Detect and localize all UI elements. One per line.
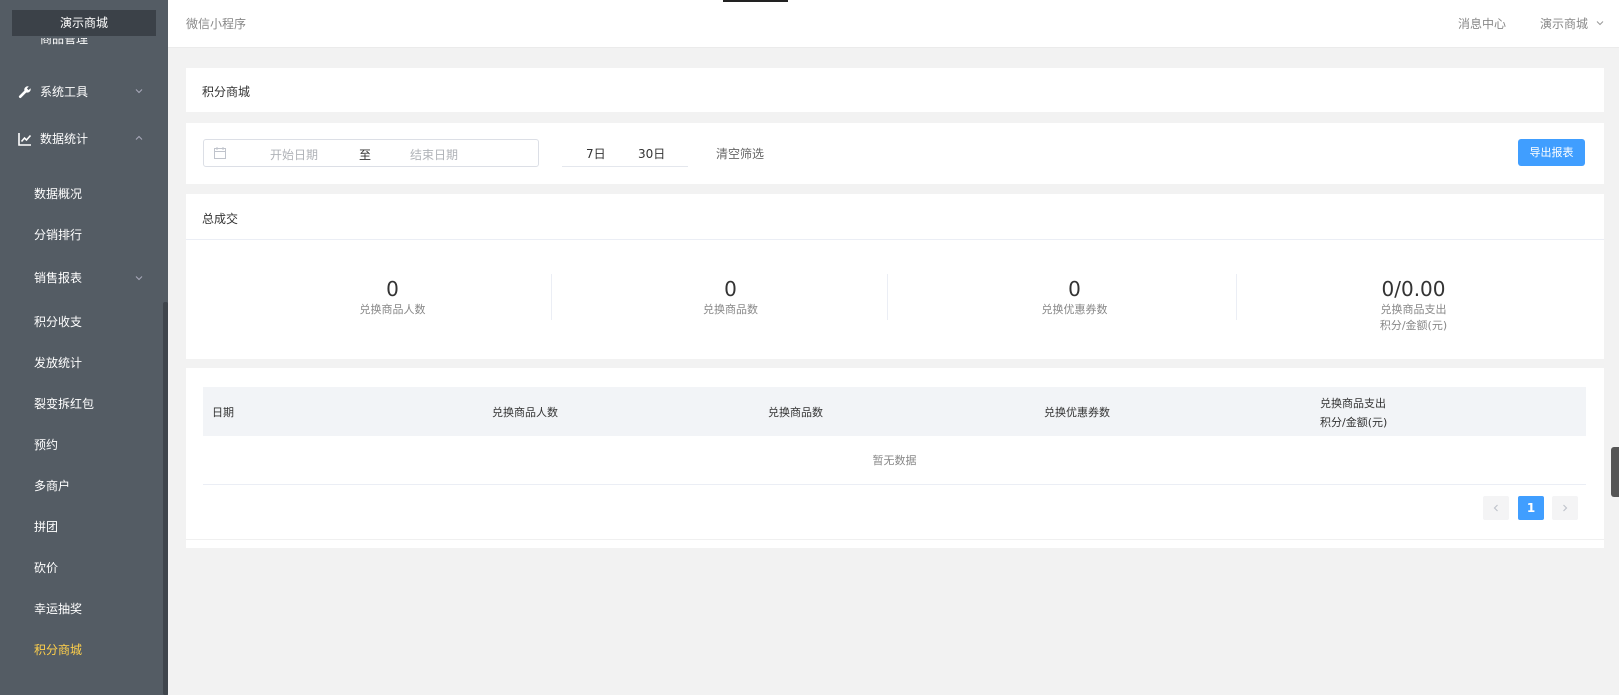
sidebar-item-sales-report[interactable]: 销售报表	[0, 263, 158, 293]
stat-exchange-coupons: 0 兑换优惠券数	[902, 276, 1247, 318]
chevron-up-icon	[135, 135, 143, 140]
sidebar-item-lucky-draw[interactable]: 幸运抽奖	[0, 594, 158, 624]
topbar: 微信小程序 消息中心 演示商城	[168, 0, 1619, 48]
stats-panel: 总成交 0 兑换商品人数 0 兑换商品数 0 兑换优惠券数 0/0.00 兑换商…	[186, 194, 1604, 359]
clear-filter-button[interactable]: 清空筛选	[716, 145, 764, 162]
sidebar-item-points-balance[interactable]: 积分收支	[0, 307, 158, 337]
sidebar-item-issuance-stats[interactable]: 发放统计	[0, 348, 158, 378]
stat-exchange-users: 0 兑换商品人数	[220, 276, 565, 318]
stat-divider	[887, 274, 888, 320]
stat-exchange-expense: 0/0.00 兑换商品支出 积分/金额(元)	[1241, 276, 1586, 334]
column-exchange-coupons: 兑换优惠券数	[1044, 406, 1110, 419]
page-title: 积分商城	[202, 85, 251, 99]
sidebar-item-distribution-ranking[interactable]: 分销排行	[0, 220, 158, 250]
column-exchange-users: 兑换商品人数	[492, 406, 558, 419]
table-panel: 日期 兑换商品人数 兑换商品数 兑换优惠券数 兑换商品支出 积分/金额(元) 暂…	[186, 368, 1604, 548]
stats-header: 总成交	[186, 194, 1604, 240]
sidebar-menu-label: 数据统计	[40, 132, 89, 146]
column-exchange-goods: 兑换商品数	[768, 406, 823, 419]
sidebar-menu-system-tools[interactable]: 系统工具	[0, 76, 164, 108]
sidebar-item-data-overview[interactable]: 数据概况	[0, 179, 158, 209]
chevron-right-icon	[1563, 504, 1568, 512]
column-label: 兑换商品支出	[1320, 397, 1386, 410]
table-empty-row: 暂无数据	[203, 436, 1586, 485]
page-breadcrumb: 微信小程序	[186, 17, 247, 31]
stats-title: 总成交	[202, 212, 239, 226]
floating-side-widget[interactable]	[1611, 447, 1619, 497]
date-separator: 至	[359, 148, 372, 162]
date-range-picker[interactable]: 开始日期 至 结束日期	[203, 139, 539, 167]
stat-label: 兑换商品数	[703, 303, 758, 316]
export-report-button[interactable]: 导出报表	[1518, 139, 1585, 166]
pagination-next-button[interactable]	[1552, 496, 1578, 520]
sidebar-scrollbar[interactable]	[163, 302, 168, 695]
chevron-down-icon[interactable]	[1595, 18, 1605, 28]
sidebar-item-points-mall[interactable]: 积分商城	[0, 635, 158, 665]
stat-label-unit: 积分/金额(元)	[1379, 319, 1448, 332]
stat-label: 兑换商品支出	[1380, 303, 1447, 316]
chevron-down-icon	[135, 89, 143, 94]
stat-value: 0	[1068, 277, 1081, 301]
sidebar-item-partial[interactable]: 商品管理	[18, 38, 138, 50]
brand-logo: 演示商城	[12, 10, 156, 36]
sidebar-item-reservation[interactable]: 预约	[0, 430, 158, 460]
stat-value: 0/0.00	[1381, 277, 1446, 301]
message-center-link[interactable]: 消息中心	[1458, 15, 1506, 32]
stat-label: 兑换商品人数	[359, 303, 426, 316]
end-date-input[interactable]: 结束日期	[410, 146, 458, 163]
stat-divider	[1236, 274, 1237, 320]
column-exchange-expense: 兑换商品支出 积分/金额(元)	[1320, 394, 1387, 432]
stat-label: 兑换优惠券数	[1041, 303, 1108, 316]
start-date-input[interactable]: 开始日期	[270, 146, 318, 163]
chevron-left-icon	[1493, 504, 1498, 512]
sidebar-menu-data-stats[interactable]: 数据统计	[0, 123, 164, 155]
sidebar-item-multi-merchant[interactable]: 多商户	[0, 471, 158, 501]
pagination-page-1[interactable]: 1	[1518, 496, 1544, 520]
line-chart-icon	[18, 133, 32, 146]
pagination-prev-button[interactable]	[1483, 496, 1509, 520]
sidebar-item-bargain[interactable]: 砍价	[0, 553, 158, 583]
calendar-icon	[214, 147, 226, 159]
stat-exchange-goods: 0 兑换商品数	[558, 276, 903, 318]
quick-7-days[interactable]: 7日	[586, 145, 606, 162]
wrench-icon	[18, 86, 31, 98]
column-date: 日期	[212, 406, 234, 419]
page-title-panel: 积分商城	[186, 68, 1604, 112]
sidebar-item-fission-red-packet[interactable]: 裂变拆红包	[0, 389, 158, 419]
stat-divider	[551, 274, 552, 320]
user-menu[interactable]: 演示商城	[1540, 15, 1588, 32]
sidebar: 商品管理 演示商城 系统工具 数据统计 数据概况 分销排行 销售报表 积分收支 …	[0, 0, 168, 695]
stat-value: 0	[724, 277, 737, 301]
chevron-down-icon	[135, 276, 143, 281]
quick-range-group: 7日 30日	[562, 139, 688, 167]
sidebar-menu-label: 系统工具	[40, 85, 89, 99]
top-divider	[723, 0, 788, 2]
quick-30-days[interactable]: 30日	[638, 145, 665, 162]
column-label-unit: 积分/金额(元)	[1320, 416, 1388, 429]
filter-panel: 开始日期 至 结束日期 7日 30日 清空筛选 导出报表	[186, 123, 1604, 184]
table-header: 日期 兑换商品人数 兑换商品数 兑换优惠券数 兑换商品支出 积分/金额(元)	[203, 387, 1586, 436]
table-divider	[186, 539, 1604, 540]
sidebar-item-group-buy[interactable]: 拼团	[0, 512, 158, 542]
stat-value: 0	[386, 277, 399, 301]
